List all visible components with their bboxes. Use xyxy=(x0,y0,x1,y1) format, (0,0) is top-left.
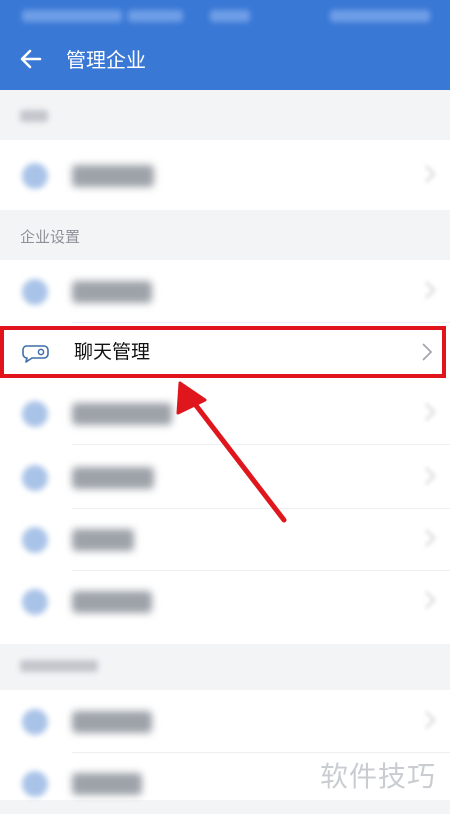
section-label-blurred: ​ xyxy=(20,108,48,126)
settings-card xyxy=(0,140,450,210)
arrow-left-icon[interactable] xyxy=(18,46,44,72)
list-item[interactable] xyxy=(0,570,450,632)
item-label-blurred xyxy=(72,711,152,733)
chevron-right-icon xyxy=(425,529,436,547)
item-icon xyxy=(22,163,48,189)
section-gap xyxy=(0,90,450,140)
divider xyxy=(72,444,450,445)
status-bar-info xyxy=(22,10,122,22)
chevron-right-icon xyxy=(425,591,436,609)
watermark: 软件技巧 xyxy=(320,760,437,793)
item-label-blurred xyxy=(72,773,142,795)
status-bar-battery xyxy=(330,10,430,22)
item-icon xyxy=(22,771,48,797)
list-item[interactable] xyxy=(0,690,450,752)
chevron-right-icon xyxy=(425,165,436,183)
app-header: 管理企业 xyxy=(0,30,450,90)
status-bar-icons xyxy=(128,10,183,22)
item-icon xyxy=(22,709,48,735)
list-item[interactable] xyxy=(0,508,450,570)
chevron-right-icon xyxy=(425,711,436,729)
list-item[interactable] xyxy=(0,144,450,206)
status-bar xyxy=(0,0,450,30)
item-icon xyxy=(22,401,48,427)
list-item[interactable] xyxy=(0,382,450,444)
section-label-enterprise-settings: 企业设置 xyxy=(20,228,81,246)
divider xyxy=(72,322,450,323)
item-icon xyxy=(22,279,48,305)
chevron-right-icon xyxy=(425,403,436,421)
enterprise-settings-card xyxy=(0,260,450,644)
list-item[interactable] xyxy=(0,260,450,322)
item-icon xyxy=(22,527,48,553)
item-label-blurred xyxy=(72,529,134,551)
chevron-right-icon xyxy=(425,281,436,299)
list-item[interactable] xyxy=(0,446,450,508)
item-label-blurred xyxy=(72,281,152,303)
item-label-blurred xyxy=(72,467,154,489)
status-bar-time xyxy=(210,10,250,22)
item-label-blurred xyxy=(72,403,172,425)
item-icon xyxy=(22,589,48,615)
item-label-blurred xyxy=(72,165,154,187)
item-icon xyxy=(22,465,48,491)
section-label-blurred xyxy=(20,658,98,676)
item-label-blurred xyxy=(72,591,152,613)
chevron-right-icon xyxy=(425,467,436,485)
page-title: 管理企业 xyxy=(66,48,146,72)
highlight-box xyxy=(0,326,446,378)
